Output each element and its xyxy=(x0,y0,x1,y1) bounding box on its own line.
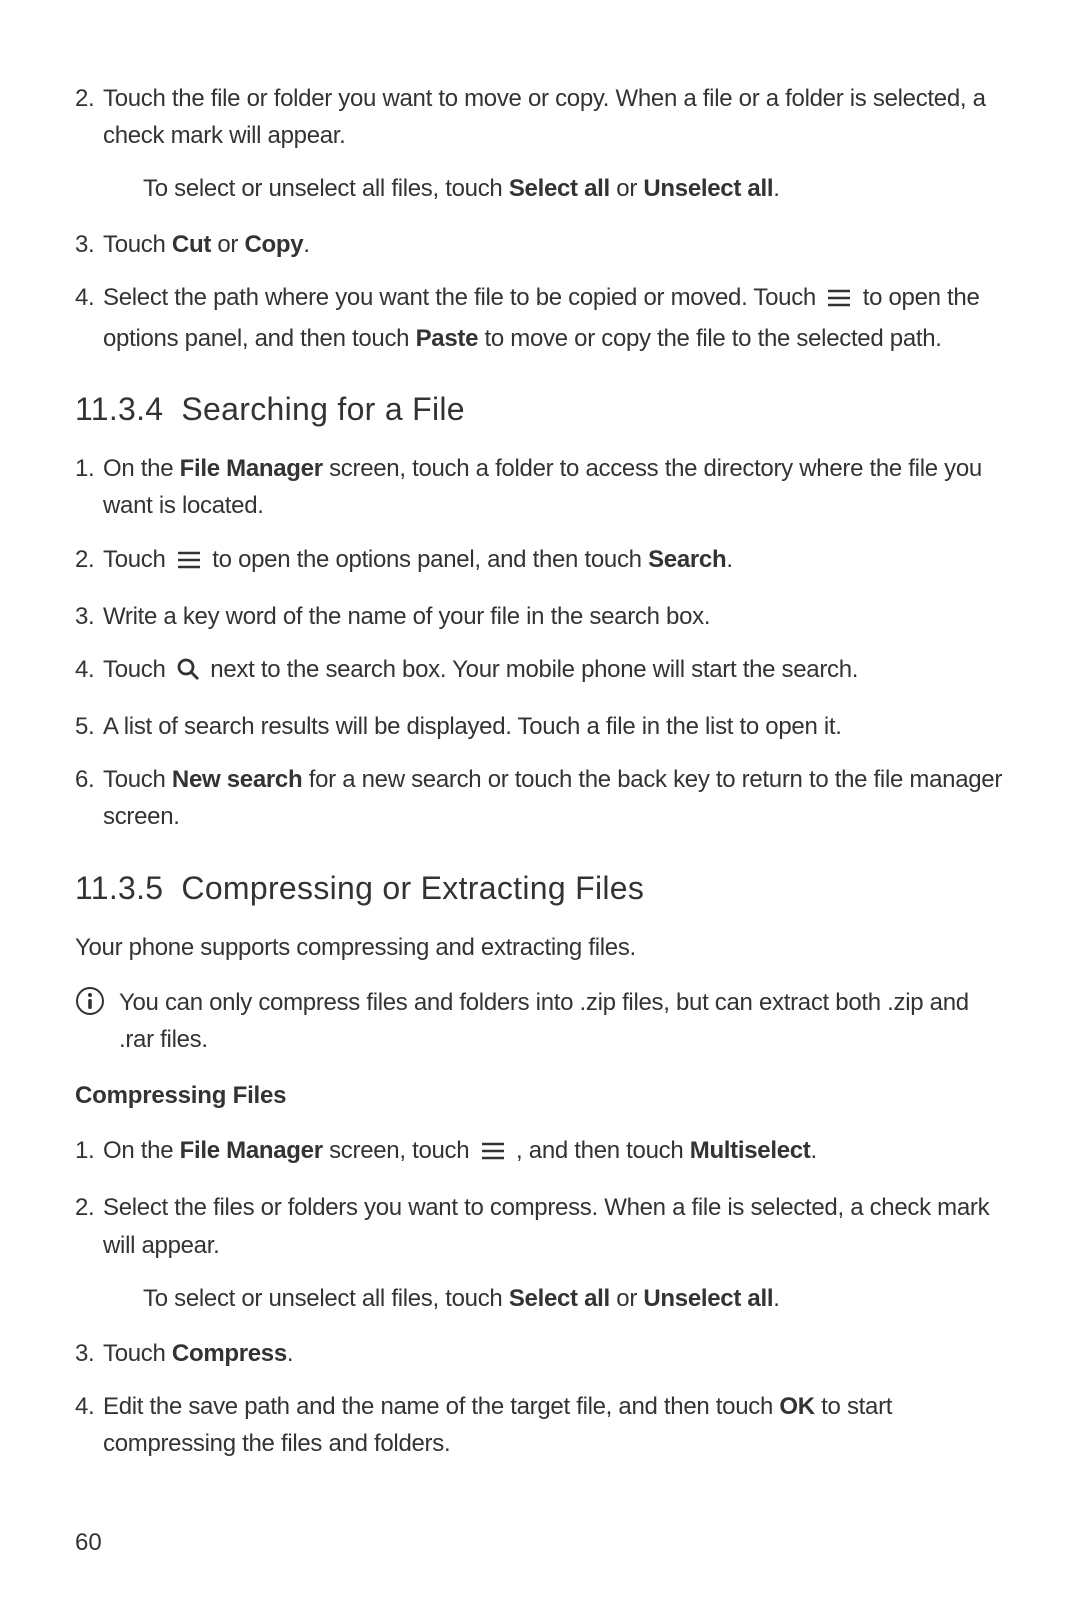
note-block: You can only compress files and folders … xyxy=(75,984,1005,1058)
menu-icon xyxy=(826,283,852,320)
list-number: 3. xyxy=(75,226,103,263)
list-number: 2. xyxy=(75,1189,103,1263)
list-item: 5. A list of search results will be disp… xyxy=(75,708,1005,745)
list-item: 1. On the File Manager screen, touch a f… xyxy=(75,450,1005,524)
list-number: 1. xyxy=(75,450,103,524)
list-body: Touch Compress. xyxy=(103,1335,1005,1372)
subsection-heading: Compressing Files xyxy=(75,1082,1005,1110)
list-subtext: To select or unselect all files, touch S… xyxy=(143,170,1005,207)
section-heading: 11.3.5Compressing or Extracting Files xyxy=(75,870,1005,907)
list-number: 6. xyxy=(75,761,103,835)
list-body: A list of search results will be display… xyxy=(103,708,1005,745)
list-item: 2. Touch to open the options panel, and … xyxy=(75,541,1005,582)
list-item: 3. Write a key word of the name of your … xyxy=(75,598,1005,635)
list-number: 1. xyxy=(75,1132,103,1173)
list-body: Touch the file or folder you want to mov… xyxy=(103,80,1005,154)
list-item: 1. On the File Manager screen, touch , a… xyxy=(75,1132,1005,1173)
note-text: You can only compress files and folders … xyxy=(119,984,1005,1058)
list-number: 4. xyxy=(75,1388,103,1462)
menu-icon xyxy=(480,1136,506,1173)
list-body: Touch to open the options panel, and the… xyxy=(103,541,1005,582)
list-item: 6. Touch New search for a new search or … xyxy=(75,761,1005,835)
list-body: On the File Manager screen, touch a fold… xyxy=(103,450,1005,524)
list-item: 3. Touch Cut or Copy. xyxy=(75,226,1005,263)
page-number: 60 xyxy=(75,1529,102,1557)
section-heading: 11.3.4Searching for a File xyxy=(75,391,1005,428)
info-icon xyxy=(75,986,119,1016)
list-body: Select the files or folders you want to … xyxy=(103,1189,1005,1263)
list-number: 4. xyxy=(75,279,103,357)
list-number: 2. xyxy=(75,80,103,154)
list-subtext: To select or unselect all files, touch S… xyxy=(143,1280,1005,1317)
document-page: 2. Touch the file or folder you want to … xyxy=(0,0,1080,1617)
list-body: Touch Cut or Copy. xyxy=(103,226,1005,263)
list-body: Touch New search for a new search or tou… xyxy=(103,761,1005,835)
list-body: On the File Manager screen, touch , and … xyxy=(103,1132,1005,1173)
list-item: 2. Touch the file or folder you want to … xyxy=(75,80,1005,154)
list-number: 5. xyxy=(75,708,103,745)
list-number: 3. xyxy=(75,1335,103,1372)
list-number: 4. xyxy=(75,651,103,692)
list-number: 3. xyxy=(75,598,103,635)
list-body: Edit the save path and the name of the t… xyxy=(103,1388,1005,1462)
list-item: 4. Edit the save path and the name of th… xyxy=(75,1388,1005,1462)
menu-icon xyxy=(176,545,202,582)
search-icon xyxy=(176,655,200,692)
list-item: 4. Select the path where you want the fi… xyxy=(75,279,1005,357)
paragraph: Your phone supports compressing and extr… xyxy=(75,929,1005,966)
list-item: 3. Touch Compress. xyxy=(75,1335,1005,1372)
list-body: Touch next to the search box. Your mobil… xyxy=(103,651,1005,692)
list-item: 4. Touch next to the search box. Your mo… xyxy=(75,651,1005,692)
list-body: Write a key word of the name of your fil… xyxy=(103,598,1005,635)
list-body: Select the path where you want the file … xyxy=(103,279,1005,357)
list-item: 2. Select the files or folders you want … xyxy=(75,1189,1005,1263)
list-number: 2. xyxy=(75,541,103,582)
